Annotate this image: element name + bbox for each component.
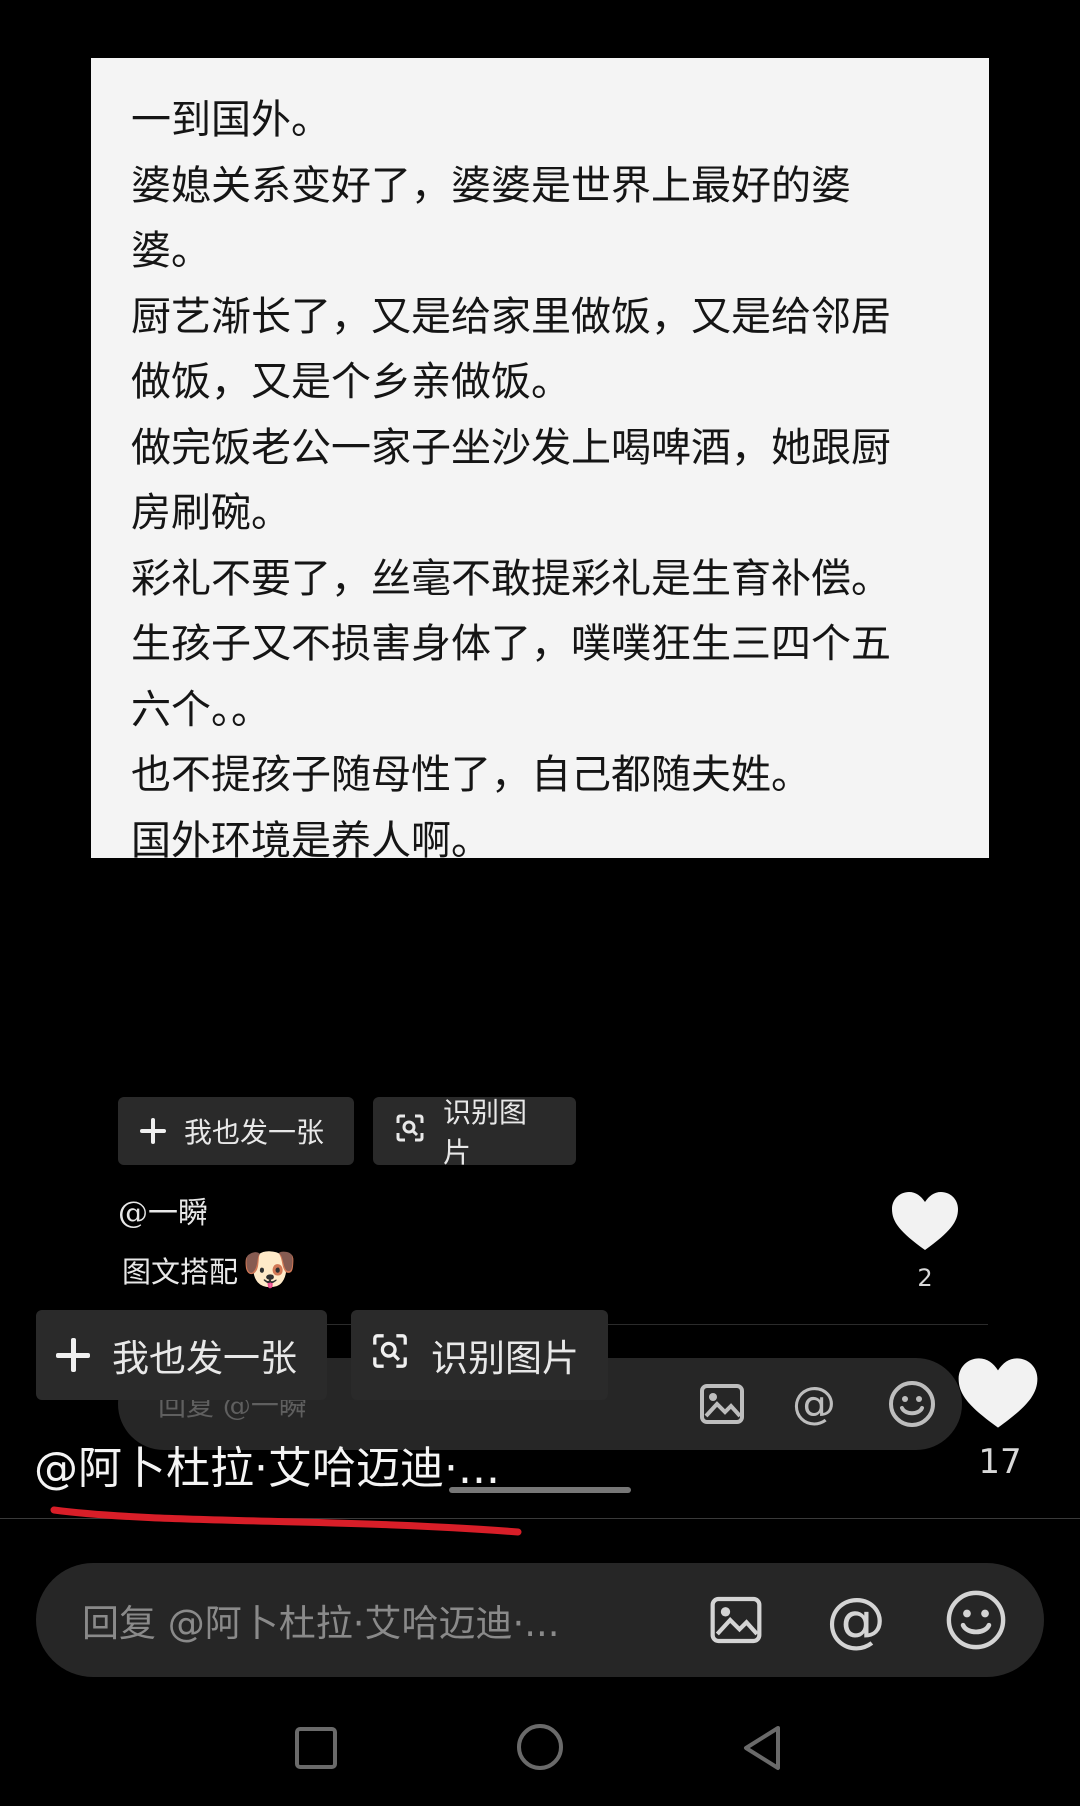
- heart-icon: [892, 1192, 958, 1250]
- scan-icon: [371, 1332, 409, 1379]
- post-text-line: 六个。。: [131, 686, 271, 733]
- post-text-line: 做饭，又是个乡亲做饭。: [131, 359, 571, 405]
- comment-author-mention[interactable]: @阿卜杜拉·艾哈迈迪·...: [34, 1432, 500, 1496]
- inner-recognize-button[interactable]: 识别图片: [373, 1096, 576, 1169]
- post-text-line: 婆媳关系变好了，婆婆是世界上最好的婆: [131, 162, 851, 209]
- inner-comment-body: 图文搭配 🐶: [122, 1248, 297, 1292]
- post-text-line: 房刷碗。: [131, 490, 291, 536]
- inner-post-same-label: 我也发一张: [184, 1116, 325, 1149]
- inner-comment-author[interactable]: @一瞬: [118, 1188, 208, 1232]
- like-button[interactable]: [956, 1356, 1040, 1434]
- shiba-emoji: 🐶: [242, 1244, 297, 1295]
- inner-like-button[interactable]: [890, 1190, 960, 1256]
- inner-comment-text: 图文搭配: [122, 1255, 239, 1289]
- at-icon[interactable]: @: [792, 1378, 836, 1429]
- like-count: 17: [978, 1442, 1022, 1482]
- at-icon[interactable]: @: [818, 1582, 894, 1658]
- recognize-image-button[interactable]: 识别图片: [351, 1310, 608, 1400]
- reply-input[interactable]: 回复 @阿卜杜拉·艾哈迈迪·...: [82, 1593, 654, 1647]
- heart-icon: [958, 1358, 1038, 1428]
- post-text-line: 一到国外。: [131, 97, 331, 143]
- post-text-line: 也不提孩子随母性了，自己都随夫姓。: [131, 752, 811, 798]
- recents-icon[interactable]: [294, 1726, 338, 1774]
- post-image[interactable]: 一到国外。 婆媳关系变好了，婆婆是世界上最好的婆 婆。 厨艺渐长了，又是给家里做…: [91, 58, 989, 858]
- plus-icon: [56, 1338, 90, 1372]
- scan-icon: [395, 1113, 425, 1150]
- image-icon[interactable]: [698, 1582, 774, 1658]
- post-text-line: 婆。: [131, 228, 211, 274]
- red-underline-annotation: [50, 1506, 522, 1536]
- post-text-line: 厨艺渐长了，又是给家里做饭，又是给邻居: [131, 293, 891, 340]
- home-icon[interactable]: [515, 1722, 565, 1776]
- recognize-image-label: 识别图片: [431, 1337, 579, 1380]
- plus-icon: [140, 1118, 166, 1144]
- post-text-line: 生孩子又不损害身体了，噗噗狂生三四个五: [131, 621, 891, 667]
- emoji-icon[interactable]: [938, 1582, 1014, 1658]
- inner-post-same-button[interactable]: 我也发一张: [118, 1097, 354, 1165]
- post-same-label: 我也发一张: [112, 1337, 297, 1380]
- post-same-button[interactable]: 我也发一张: [36, 1310, 327, 1400]
- inner-like-count: 2: [917, 1264, 933, 1292]
- image-icon[interactable]: [698, 1380, 746, 1432]
- post-text-line: 做完饭老公一家子坐沙发上喝啤酒，她跟厨: [131, 424, 891, 471]
- emoji-icon[interactable]: [888, 1380, 936, 1432]
- reply-bar[interactable]: 回复 @阿卜杜拉·艾哈迈迪·... @: [36, 1563, 1044, 1677]
- post-text-line: 彩礼不要了，丝毫不敢提彩礼是生育补偿。: [131, 555, 891, 602]
- inner-recognize-label: 识别图片: [443, 1096, 528, 1169]
- post-text-line: 国外环境是养人啊。: [131, 817, 491, 859]
- back-icon[interactable]: [740, 1724, 784, 1776]
